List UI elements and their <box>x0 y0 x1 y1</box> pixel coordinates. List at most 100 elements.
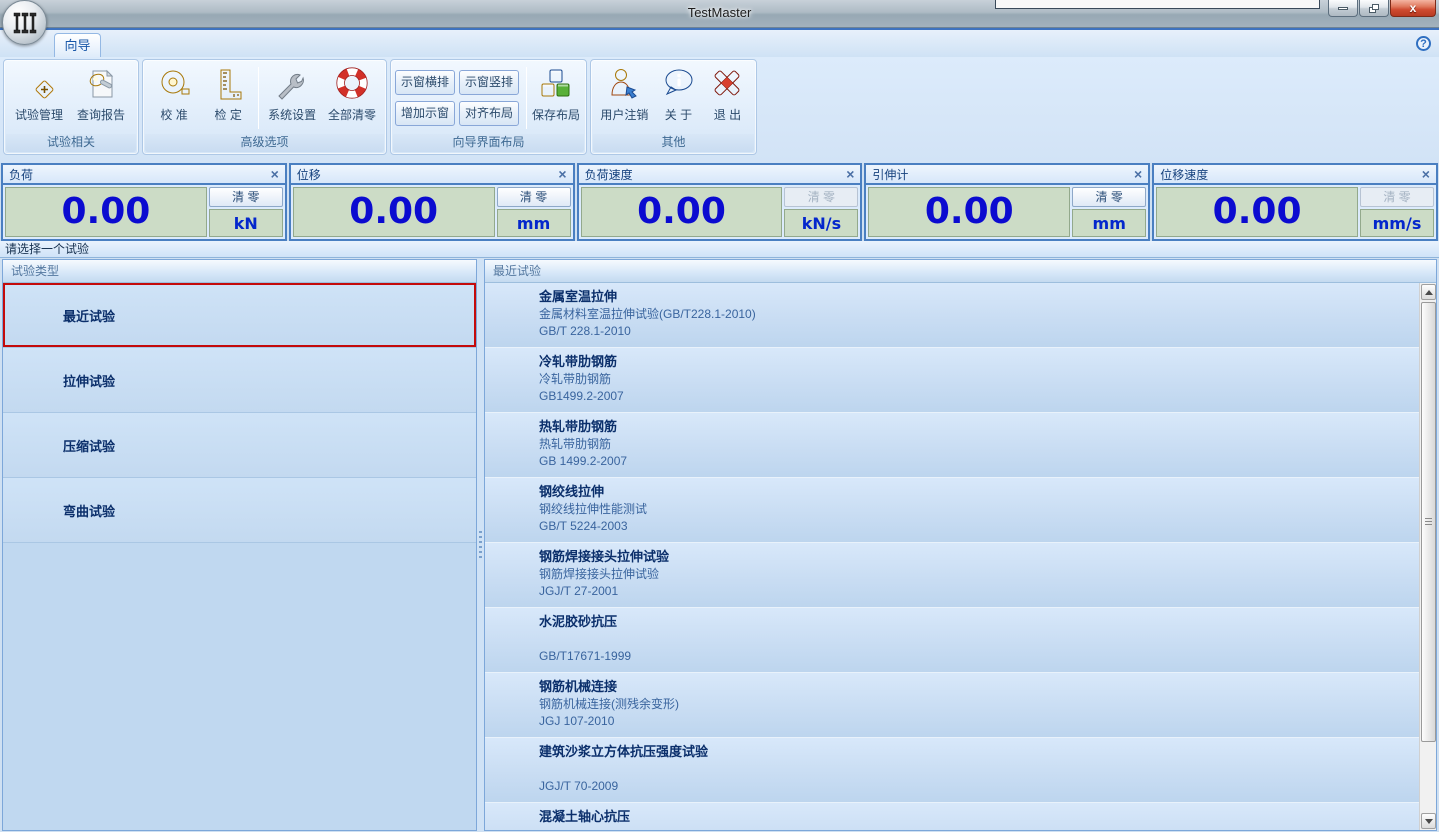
recent-test-subtitle <box>539 825 630 830</box>
recent-test-subtitle <box>539 760 708 778</box>
unit-label: kN/s <box>802 214 841 233</box>
recent-test-item[interactable]: 热轧带肋钢筋 热轧带肋钢筋 GB 1499.2-2007 <box>485 413 1419 478</box>
main-area: 试验类型 最近试验 拉伸试验 压缩试验 <box>0 258 1439 832</box>
meter-displacement: 位移 × 0.00 清 零 mm <box>289 163 575 241</box>
recent-test-standard: GB/T17671-1999 <box>539 648 631 665</box>
button-label: 系统设置 <box>268 106 316 123</box>
meter-title: 位移 <box>297 166 559 183</box>
save-layout-button[interactable]: 保存布局 <box>530 64 582 132</box>
test-type-bending[interactable]: 弯曲试验 <box>3 478 476 543</box>
about-button[interactable]: 关 于 <box>654 64 703 132</box>
zero-button: 清 零 <box>1360 187 1434 207</box>
recent-test-item[interactable]: 建筑沙浆立方体抗压强度试验 JGJ/T 70-2009 <box>485 738 1419 803</box>
minimize-button[interactable] <box>1328 0 1358 17</box>
lifebuoy-icon <box>334 66 370 102</box>
group-caption: 其他 <box>593 134 754 152</box>
system-settings-button[interactable]: 系统设置 <box>262 64 322 132</box>
scroll-up-icon <box>1425 290 1433 295</box>
scroll-thumb[interactable] <box>1421 302 1436 742</box>
verify-button[interactable]: 检 定 <box>201 64 255 132</box>
recent-test-subtitle: 金属材料室温拉伸试验(GB/T228.1-2010) <box>539 305 756 323</box>
user-logout-icon <box>606 66 642 102</box>
recent-test-item[interactable]: 钢绞线拉伸 钢绞线拉伸性能测试 GB/T 5224-2003 <box>485 478 1419 543</box>
recent-test-title: 钢筋机械连接 <box>539 678 679 695</box>
pawn-icon <box>499 681 529 723</box>
pawn-icon <box>499 811 529 830</box>
recent-test-subtitle: 钢筋焊接接头拉伸试验 <box>539 565 669 583</box>
calibrate-button[interactable]: 校 准 <box>147 64 201 132</box>
zero-button[interactable]: 清 零 <box>209 187 283 207</box>
recent-test-standard: GB/T 228.1-2010 <box>539 323 756 340</box>
test-type-recent[interactable]: 最近试验 <box>3 283 476 348</box>
add-window-button[interactable]: 增加示窗 <box>395 101 455 126</box>
query-report-button[interactable]: 查询报告 <box>70 64 132 132</box>
square-ruler-icon <box>210 66 246 102</box>
meter-display: 0.00 <box>868 187 1070 237</box>
cubes-icon <box>538 66 574 102</box>
recent-tests-list: 金属室温拉伸 金属材料室温拉伸试验(GB/T228.1-2010) GB/T 2… <box>485 283 1419 830</box>
recent-test-subtitle: 冷轧带肋钢筋 <box>539 370 624 388</box>
help-icon[interactable]: ? <box>1416 36 1431 51</box>
scroll-up-button[interactable] <box>1421 284 1436 300</box>
meter-row: 负荷 × 0.00 清 零 kN 位移 × 0.00 清 零 <box>0 163 1439 241</box>
scroll-down-button[interactable] <box>1421 813 1436 829</box>
recent-test-item[interactable]: 金属室温拉伸 金属材料室温拉伸试验(GB/T228.1-2010) GB/T 2… <box>485 283 1419 348</box>
test-manage-icon <box>21 66 57 102</box>
pawn-icon <box>499 551 529 593</box>
recent-test-standard: GB 1499.2-2007 <box>539 453 627 470</box>
ribbon-group-test-related: 试验管理 查询报告 试验相关 <box>3 59 139 155</box>
test-type-panel: 试验类型 最近试验 拉伸试验 压缩试验 <box>2 259 477 831</box>
meter-display: 0.00 <box>1156 187 1358 237</box>
test-type-label: 压缩试验 <box>63 436 115 455</box>
splitter-grip-icon <box>479 531 482 559</box>
panel-close-icon[interactable]: × <box>1134 167 1142 181</box>
unit-box: kN/s <box>784 209 858 237</box>
test-type-tensile[interactable]: 拉伸试验 <box>3 348 476 413</box>
panel-close-icon[interactable]: × <box>846 167 854 181</box>
button-label: 退 出 <box>714 106 741 123</box>
panel-close-icon[interactable]: × <box>558 167 566 181</box>
zero-button[interactable]: 清 零 <box>1072 187 1146 207</box>
recent-test-item[interactable]: 冷轧带肋钢筋 冷轧带肋钢筋 GB1499.2-2007 <box>485 348 1419 413</box>
tape-measure-icon <box>156 66 192 102</box>
unit-box: kN <box>209 209 283 237</box>
panel-splitter[interactable] <box>477 259 484 831</box>
test-type-compression[interactable]: 压缩试验 <box>3 413 476 478</box>
restore-button[interactable] <box>1359 0 1389 17</box>
recent-test-item[interactable]: 水泥胶砂抗压 GB/T17671-1999 <box>485 608 1419 673</box>
exit-button[interactable]: 退 出 <box>703 64 752 132</box>
recent-test-item[interactable]: 钢筋焊接接头拉伸试验 钢筋焊接接头拉伸试验 JGJ/T 27-2001 <box>485 543 1419 608</box>
meter-load: 负荷 × 0.00 清 零 kN <box>1 163 287 241</box>
zero-button[interactable]: 清 零 <box>497 187 571 207</box>
windows-horizontal-button[interactable]: 示窗横排 <box>395 70 455 95</box>
recent-test-subtitle <box>539 630 631 648</box>
align-layout-button[interactable]: 对齐布局 <box>459 101 519 126</box>
ribbon-group-advanced: 校 准 检 定 系统设置 <box>142 59 387 155</box>
panel-close-icon[interactable]: × <box>271 167 279 181</box>
group-caption: 试验相关 <box>6 134 136 152</box>
recent-test-item[interactable]: 钢筋机械连接 钢筋机械连接(测残余变形) JGJ 107-2010 <box>485 673 1419 738</box>
close-button[interactable]: x <box>1390 0 1436 17</box>
pawn-icon <box>499 486 529 528</box>
unit-box: mm <box>497 209 571 237</box>
recent-test-title: 建筑沙浆立方体抗压强度试验 <box>539 743 708 760</box>
windows-vertical-button[interactable]: 示窗竖排 <box>459 70 519 95</box>
pawn-group-icon <box>17 363 55 397</box>
test-manage-button[interactable]: 试验管理 <box>8 64 70 132</box>
button-label: 全部清零 <box>328 106 376 123</box>
tab-wizard[interactable]: 向导 <box>54 33 101 57</box>
panel-close-icon[interactable]: × <box>1422 167 1430 181</box>
unit-box: mm <box>1072 209 1146 237</box>
clear-all-button[interactable]: 全部清零 <box>322 64 382 132</box>
recent-test-title: 钢绞线拉伸 <box>539 483 647 500</box>
unit-box: mm/s <box>1360 209 1434 237</box>
app-menu-button[interactable] <box>2 0 47 45</box>
user-logout-button[interactable]: 用户注销 <box>595 64 654 132</box>
pawn-icon <box>499 356 529 398</box>
recent-test-item[interactable]: 混凝土轴心抗压 <box>485 803 1419 830</box>
meter-value: 0.00 <box>61 194 150 230</box>
recent-test-standard: GB/T 5224-2003 <box>539 518 647 535</box>
recent-test-standard: JGJ/T 70-2009 <box>539 778 708 795</box>
wrench-icon <box>274 66 310 102</box>
vertical-scrollbar[interactable] <box>1419 283 1436 830</box>
